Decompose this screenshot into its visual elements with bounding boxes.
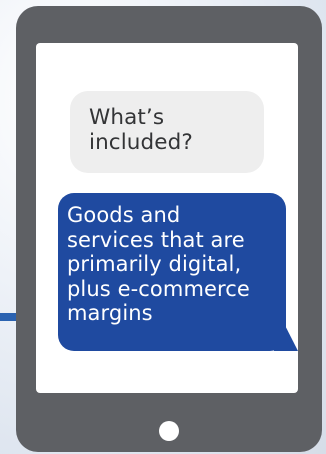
question-line: included?: [89, 130, 193, 155]
home-button-icon[interactable]: [159, 421, 179, 441]
question-line: What’s: [89, 105, 165, 130]
answer-bubble: Goods and services that are primarily di…: [58, 193, 286, 351]
answer-line: Goods and: [67, 203, 181, 227]
question-text: What’s included?: [89, 105, 254, 155]
answer-text: Goods and services that are primarily di…: [67, 203, 280, 326]
answer-line: margins: [67, 301, 153, 325]
tablet-device: What’s included? Goods and services that…: [16, 6, 322, 452]
tablet-screen: What’s included? Goods and services that…: [36, 43, 298, 393]
question-bubble: What’s included?: [70, 91, 264, 173]
answer-line: plus e-commerce: [67, 276, 250, 301]
answer-line: primarily digital,: [67, 252, 242, 276]
answer-line: services that are: [67, 227, 245, 252]
